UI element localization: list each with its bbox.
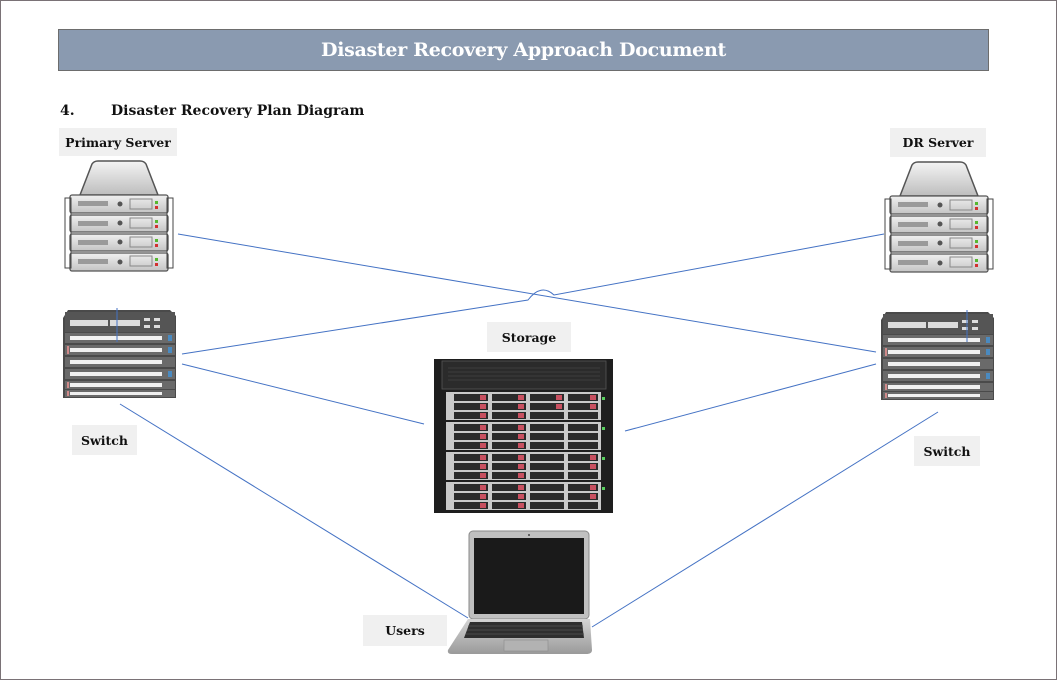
primary-switch-icon (63, 308, 176, 398)
users-label: Users (363, 615, 447, 646)
dr-switch-icon (881, 310, 994, 400)
dr-server-icon (884, 161, 994, 273)
laptop-icon (447, 530, 592, 654)
storage-array-icon (434, 359, 613, 513)
connection-primary-switch-to-storage (181, 363, 425, 425)
primary-server-icon (64, 160, 174, 272)
storage-label: Storage (487, 322, 571, 352)
connection-primary-switch-to-users (119, 403, 469, 619)
dr-switch-label: Switch (914, 436, 980, 466)
dr-server-label: DR Server (890, 128, 986, 157)
connection-dr-switch-to-users (591, 411, 939, 628)
primary-server-label: Primary Server (59, 128, 177, 156)
primary-switch-label: Switch (72, 425, 137, 455)
connection-dr-switch-to-storage (624, 363, 877, 432)
